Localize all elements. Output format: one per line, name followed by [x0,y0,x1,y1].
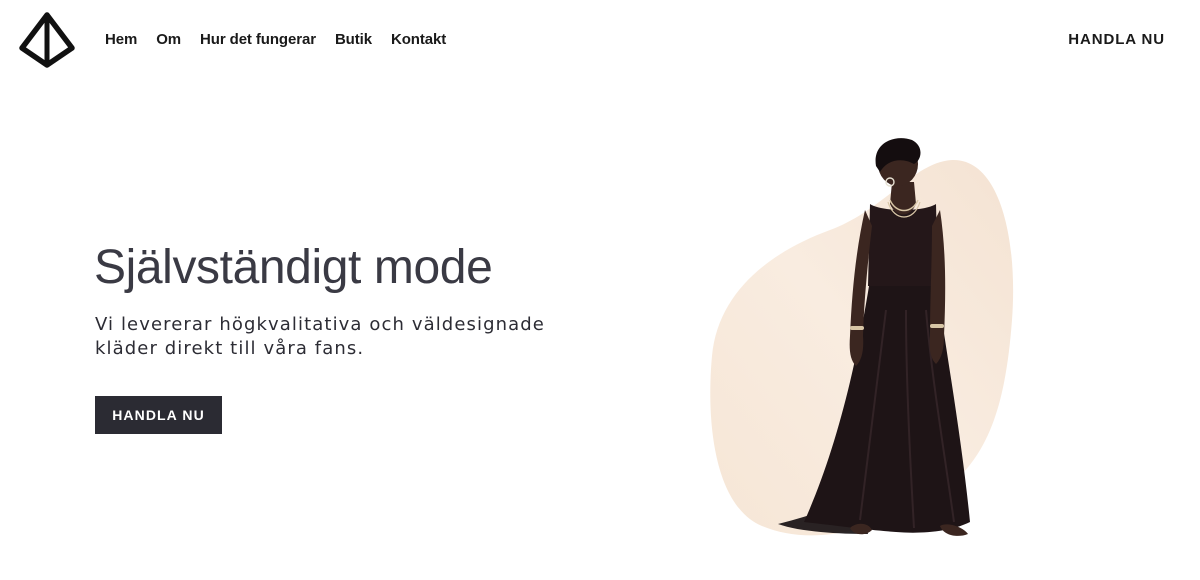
site-header: Hem Om Hur det fungerar Butik Kontakt HA… [0,0,1200,82]
nav-item-butik[interactable]: Butik [335,31,372,48]
nav-item-hem[interactable]: Hem [105,31,137,48]
nav-item-om[interactable]: Om [156,31,181,48]
header-shop-now-link[interactable]: HANDLA NU [1068,31,1165,48]
nav-item-hur-det-fungerar[interactable]: Hur det fungerar [200,31,316,48]
nav-item-kontakt[interactable]: Kontakt [391,31,446,48]
main-nav: Hem Om Hur det fungerar Butik Kontakt [105,31,446,48]
hero-visual [710,138,1014,536]
hero-shop-now-button[interactable]: HANDLA NU [95,396,222,434]
hero-subtitle: Vi levererar högkvalitativa och väldesig… [95,314,545,359]
hero-title: Självständigt mode [94,241,493,294]
diamond-logo-icon[interactable] [17,10,77,70]
